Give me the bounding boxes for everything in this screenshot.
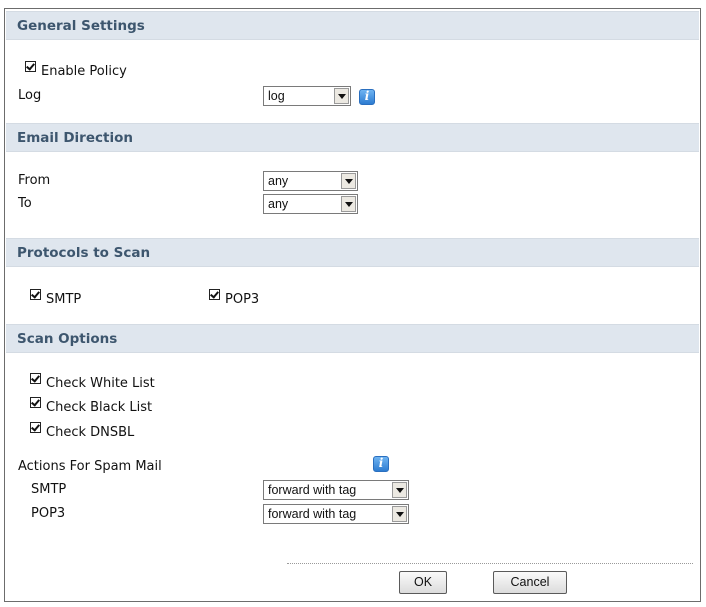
section-header-general-settings: General Settings [6,11,699,40]
button-divider [287,563,693,564]
section-header-email-direction: Email Direction [6,123,699,152]
from-select[interactable]: any [263,171,358,191]
enable-policy-checkbox[interactable] [25,61,36,72]
section-title-general-settings: General Settings [17,18,145,34]
section-title-protocols-to-scan: Protocols to Scan [17,245,151,261]
protocol-pop3-label: POP3 [225,292,260,307]
spam-pop3-action-select[interactable]: forward with tag [263,504,409,524]
check-black-list-label: Check Black List [46,400,153,415]
log-select[interactable]: log [263,86,351,106]
section-header-protocols-to-scan: Protocols to Scan [6,238,699,267]
check-black-list-checkbox[interactable] [30,397,41,408]
log-label: Log [18,88,42,103]
policy-edit-panel: General Settings Enable Policy Log log E… [4,8,701,602]
check-dnsbl-checkbox[interactable] [30,422,41,433]
check-white-list-label: Check White List [46,376,155,391]
check-dnsbl-label: Check DNSBL [46,425,135,440]
chevron-down-icon [334,88,349,104]
section-title-email-direction: Email Direction [17,130,133,146]
chevron-down-icon [392,482,407,498]
section-title-scan-options: Scan Options [17,331,118,347]
to-label: To [18,196,32,211]
spam-pop3-label: POP3 [31,506,66,521]
spam-smtp-action-select[interactable]: forward with tag [263,480,409,500]
chevron-down-icon [392,506,407,522]
section-header-scan-options: Scan Options [6,324,699,353]
protocol-pop3-checkbox[interactable] [209,289,220,300]
from-label: From [18,173,51,188]
to-select[interactable]: any [263,194,358,214]
actions-for-spam-mail-label: Actions For Spam Mail [18,459,162,474]
chevron-down-icon [341,196,356,212]
spam-actions-help-icon[interactable] [373,456,389,472]
cancel-button[interactable]: Cancel [493,571,567,594]
check-white-list-checkbox[interactable] [30,373,41,384]
chevron-down-icon [341,173,356,189]
protocol-smtp-checkbox[interactable] [30,289,41,300]
spam-smtp-label: SMTP [31,482,67,497]
enable-policy-label: Enable Policy [41,64,127,79]
ok-button[interactable]: OK [399,571,447,594]
protocol-smtp-label: SMTP [46,292,82,307]
log-help-icon[interactable] [359,89,375,105]
